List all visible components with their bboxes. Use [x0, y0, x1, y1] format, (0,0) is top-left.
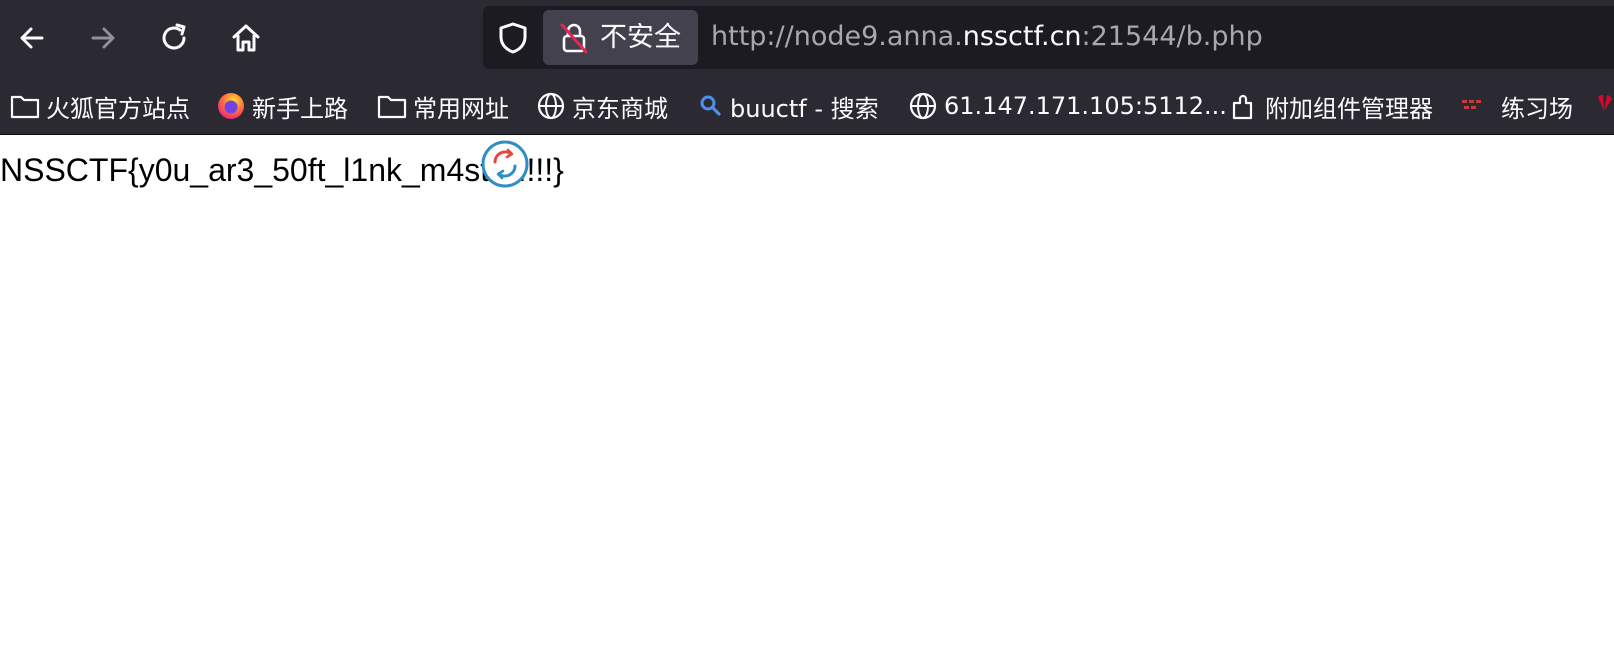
globe-icon	[536, 91, 566, 121]
puzzle-icon	[1229, 91, 1259, 121]
connection-not-secure-label: 不安全	[600, 22, 681, 53]
huawei-logo-icon	[1594, 91, 1614, 121]
bookmark-item[interactable]: 新手上路	[216, 78, 348, 134]
url-prefix: http://node9.anna.	[711, 21, 963, 52]
home-button[interactable]	[224, 16, 268, 60]
bookmark-label: 火狐官方站点	[46, 94, 190, 123]
arrow-right-icon	[87, 22, 119, 54]
sync-overlay-icon[interactable]	[481, 140, 529, 192]
firefox-icon	[216, 91, 246, 121]
bookmark-label: 新手上路	[252, 94, 348, 123]
bookmark-item[interactable]: 练习场	[1461, 78, 1573, 134]
forward-button[interactable]	[81, 16, 125, 60]
bookmark-item[interactable]: 61.147.171.105:5112...	[908, 78, 1227, 134]
bookmark-item[interactable]: 京东商城	[536, 78, 668, 134]
bookmark-label: buuctf - 搜索	[730, 94, 879, 123]
search-icon	[698, 93, 724, 119]
browser-toolbar: 不安全 http://node9.anna.nssctf.cn:21544/b.…	[0, 0, 1614, 78]
arrow-left-icon	[16, 22, 48, 54]
bookmark-label: 京东商城	[572, 94, 668, 123]
insecure-lock-icon	[559, 22, 589, 58]
site-identity-button[interactable]: 不安全	[543, 10, 698, 65]
back-button[interactable]	[10, 16, 54, 60]
bookmark-label: 练习场	[1501, 94, 1573, 123]
bookmarks-toolbar: 火狐官方站点 新手上路 常用网址 京东商城 buuctf - 搜索 61.147…	[0, 78, 1614, 135]
url-suffix: :21544/b.php	[1081, 21, 1263, 52]
bookmark-item[interactable]: buuctf - 搜索	[698, 78, 879, 134]
bookmark-item[interactable]: 常用网址	[377, 78, 509, 134]
reload-icon	[159, 22, 191, 54]
folder-icon	[10, 93, 40, 119]
bookmark-item[interactable]: 火狐官方站点	[10, 78, 190, 134]
tracking-protection-shield-icon[interactable]	[497, 21, 529, 59]
folder-icon	[377, 93, 407, 119]
url-text[interactable]: http://node9.anna.nssctf.cn:21544/b.php	[711, 20, 1263, 54]
bookmark-label: 61.147.171.105:5112...	[944, 92, 1227, 120]
bookmark-label: 附加组件管理器	[1265, 94, 1433, 123]
page-content: NSSCTF{y0u_ar3_50ft_l1nk_m4st3r!!!!}	[0, 135, 1614, 650]
globe-icon	[908, 91, 938, 121]
flag-text: NSSCTF{y0u_ar3_50ft_l1nk_m4st3r!!!!}	[0, 152, 564, 188]
home-icon	[230, 22, 262, 54]
reload-button[interactable]	[153, 16, 197, 60]
bookmark-label: 常用网址	[413, 94, 509, 123]
bookmark-item-overflow[interactable]	[1594, 78, 1614, 134]
url-domain: nssctf.cn	[962, 21, 1082, 52]
bookmark-item[interactable]: 附加组件管理器	[1229, 78, 1433, 134]
site-favicon-icon	[1461, 95, 1487, 117]
url-bar[interactable]: 不安全 http://node9.anna.nssctf.cn:21544/b.…	[483, 6, 1614, 69]
